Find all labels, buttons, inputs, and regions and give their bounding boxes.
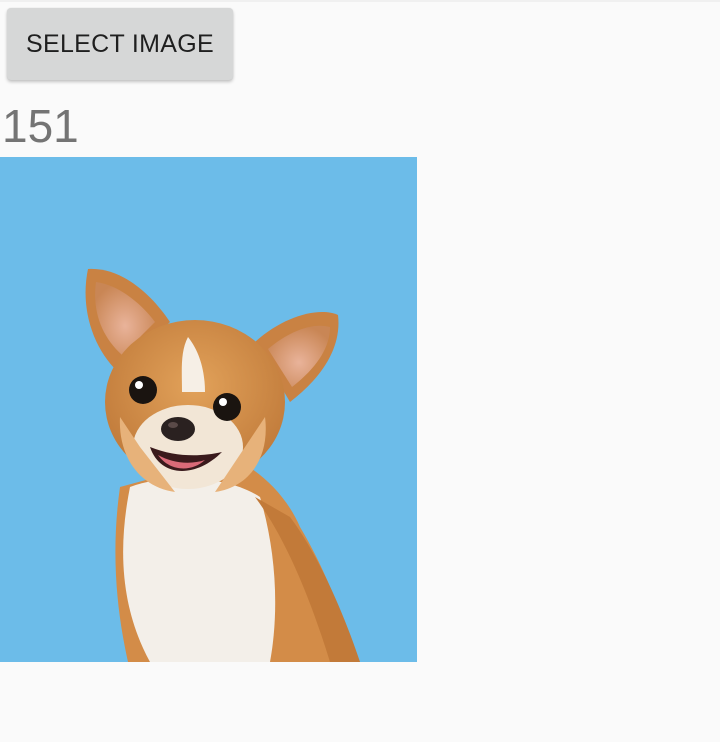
status-divider — [0, 0, 720, 2]
select-image-button[interactable]: SELECT IMAGE — [7, 8, 233, 80]
result-count: 151 — [2, 100, 79, 152]
chihuahua-image — [0, 157, 417, 662]
app-screen: SELECT IMAGE 151 — [0, 0, 720, 742]
selected-image — [0, 157, 417, 662]
